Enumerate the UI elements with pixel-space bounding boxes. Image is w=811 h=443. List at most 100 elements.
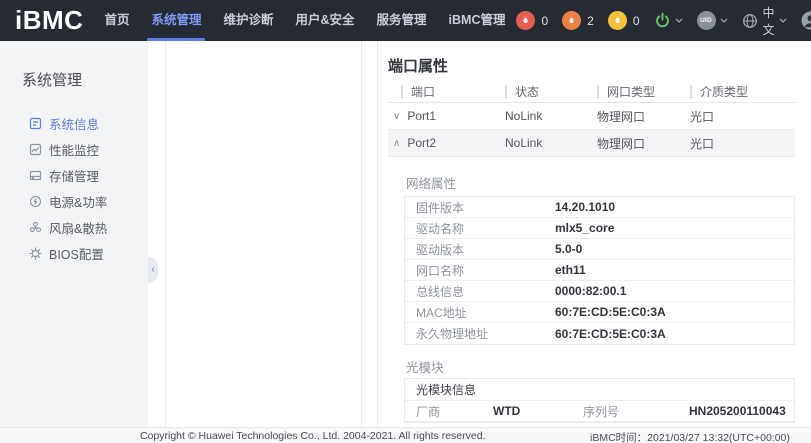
power-icon xyxy=(654,12,671,29)
table-row: MAC地址60:7E:CD:5E:C0:3A xyxy=(405,302,794,323)
network-properties-title: 网络属性 xyxy=(406,173,811,188)
sidebar-item-label: BIOS配置 xyxy=(49,244,104,263)
footer: Copyright © Huawei Technologies Co., Ltd… xyxy=(0,427,811,443)
port-type: 物理网口 xyxy=(597,108,690,125)
storage-icon xyxy=(29,169,42,182)
port-properties-panel: 端口属性 端口 状态 网口类型 介质类型 ∨ Port1 NoLink 物理网口 … xyxy=(378,41,811,427)
alarm-critical-count: 0 xyxy=(541,14,548,28)
field-label: 永久物理地址 xyxy=(405,325,555,342)
main-nav: 首页 系统管理 维护诊断 用户&安全 服务管理 iBMC管理 xyxy=(93,0,516,41)
nav-item-user-security[interactable]: 用户&安全 xyxy=(284,0,365,41)
column-header-status: 状态 xyxy=(505,85,539,99)
performance-chart-icon xyxy=(29,143,42,156)
table-row: 总线信息0000:82:00.1 xyxy=(405,281,794,302)
content-divider xyxy=(361,41,362,427)
sidebar-item-system-info[interactable]: 系统信息 xyxy=(0,110,148,136)
optical-module-info-header: 光模块信息 xyxy=(405,379,794,401)
nav-item-maintenance-diagnosis[interactable]: 维护诊断 xyxy=(212,0,284,41)
port-status: NoLink xyxy=(505,136,597,150)
chevron-down-icon xyxy=(720,18,728,23)
nav-item-system-management[interactable]: 系统管理 xyxy=(140,0,212,41)
network-properties-table: 固件版本14.20.1010 驱动名称mlx5_core 驱动版本5.0-0 网… xyxy=(404,196,795,345)
sidebar-item-power[interactable]: 电源&功率 xyxy=(0,188,148,214)
ibmc-time-value: 2021/03/27 13:32(UTC+00:00) xyxy=(647,432,790,443)
field-value: 60:7E:CD:5E:C0:3A xyxy=(555,327,666,341)
nav-item-ibmc-management[interactable]: iBMC管理 xyxy=(438,0,517,41)
header-status-cluster: 0 2 0 xyxy=(516,4,811,38)
field-label: MAC地址 xyxy=(405,304,555,321)
serial-label: 序列号 xyxy=(583,403,689,420)
field-value: mlx5_core xyxy=(555,221,614,235)
ibmc-time: iBMC时间：2021/03/27 13:32(UTC+00:00) xyxy=(590,430,790,443)
alarm-minor-button[interactable]: 0 xyxy=(608,11,640,30)
field-label: 网口名称 xyxy=(405,262,555,279)
nav-item-service-management[interactable]: 服务管理 xyxy=(366,0,438,41)
sidebar-item-label: 存储管理 xyxy=(49,166,99,185)
sidebar: 系统管理 系统信息 性能监控 存储管理 xyxy=(0,41,148,427)
nav-item-home[interactable]: 首页 xyxy=(93,0,140,41)
uid-indicator-dropdown[interactable]: UID xyxy=(697,11,728,30)
ibmc-app: iBMC 首页 系统管理 维护诊断 用户&安全 服务管理 iBMC管理 0 2 xyxy=(0,0,811,443)
sidebar-item-label: 风扇&散热 xyxy=(49,218,107,237)
sidebar-item-label: 系统信息 xyxy=(49,114,99,133)
field-value: 5.0-0 xyxy=(555,242,582,256)
top-nav-bar: iBMC 首页 系统管理 维护诊断 用户&安全 服务管理 iBMC管理 0 2 xyxy=(0,0,811,41)
table-row: 驱动版本5.0-0 xyxy=(405,239,794,260)
sidebar-item-label: 电源&功率 xyxy=(49,192,107,211)
field-value: 60:7E:CD:5E:C0:3A xyxy=(555,305,666,319)
power-control-dropdown[interactable] xyxy=(654,12,683,29)
field-value: 14.20.1010 xyxy=(555,200,615,214)
table-row-port1[interactable]: ∨Port1 NoLink 物理网口 光口 xyxy=(388,103,795,130)
alarm-major-flame-icon xyxy=(562,11,581,30)
sidebar-item-fan-cooling[interactable]: 风扇&散热 xyxy=(0,214,148,240)
globe-icon xyxy=(742,13,758,29)
field-label: 驱动名称 xyxy=(405,220,555,237)
alarm-major-button[interactable]: 2 xyxy=(562,11,594,30)
language-dropdown[interactable]: 中文 xyxy=(742,4,787,38)
alarm-minor-count: 0 xyxy=(633,14,640,28)
port-status: NoLink xyxy=(505,109,597,123)
field-label: 总线信息 xyxy=(405,283,555,300)
user-avatar-button[interactable] xyxy=(801,11,811,30)
ibmc-time-label: iBMC时间： xyxy=(590,432,647,443)
sidebar-item-storage-management[interactable]: 存储管理 xyxy=(0,162,148,188)
port-name: Port1 xyxy=(407,109,436,123)
serial-value: HN205200110043 xyxy=(689,404,786,418)
port-type: 物理网口 xyxy=(597,135,690,152)
field-label: 固件版本 xyxy=(405,199,555,216)
avatar-icon xyxy=(801,11,811,30)
alarm-critical-button[interactable]: 0 xyxy=(516,11,548,30)
optical-module-title: 光模块 xyxy=(406,357,811,372)
alarm-minor-flame-icon xyxy=(608,11,627,30)
alarm-major-count: 2 xyxy=(587,14,594,28)
page-title: 端口属性 xyxy=(388,55,811,73)
column-header-port: 端口 xyxy=(401,85,435,99)
table-row: 固件版本14.20.1010 xyxy=(405,197,794,218)
sidebar-title: 系统管理 xyxy=(22,69,148,90)
language-label: 中文 xyxy=(763,4,775,38)
sidebar-item-performance-monitor[interactable]: 性能监控 xyxy=(0,136,148,162)
ports-table-header: 端口 状态 网口类型 介质类型 xyxy=(388,82,795,103)
chevron-down-icon[interactable]: ∨ xyxy=(393,111,400,122)
table-row-port2[interactable]: ∧Port2 NoLink 物理网口 光口 xyxy=(388,130,795,157)
table-row: 永久物理地址60:7E:CD:5E:C0:3A xyxy=(405,323,794,344)
power-supply-icon xyxy=(29,195,42,208)
content-divider xyxy=(165,41,166,427)
fan-icon xyxy=(29,221,42,234)
media-type: 光口 xyxy=(690,135,795,152)
chevron-up-icon[interactable]: ∧ xyxy=(393,138,400,149)
sidebar-menu: 系统信息 性能监控 存储管理 电源&功率 xyxy=(0,110,148,266)
field-value: eth11 xyxy=(555,263,586,277)
copyright-text: Copyright © Huawei Technologies Co., Ltd… xyxy=(140,430,486,442)
sidebar-item-bios-config[interactable]: BIOS配置 xyxy=(0,240,148,266)
chevron-down-icon xyxy=(779,18,787,23)
system-info-icon xyxy=(29,117,42,130)
table-row: 网口名称eth11 xyxy=(405,260,794,281)
ibmc-logo: iBMC xyxy=(15,0,83,41)
vendor-label: 厂商 xyxy=(416,403,493,420)
ports-table: 端口 状态 网口类型 介质类型 ∨ Port1 NoLink 物理网口 光口 ∧P… xyxy=(388,82,795,157)
sidebar-collapse-button[interactable]: ‹ xyxy=(148,257,158,283)
optical-module-table: 光模块信息 厂商 WTD 序列号 HN205200110043 xyxy=(404,378,795,423)
field-value: 0000:82:00.1 xyxy=(555,284,626,298)
column-header-port-type: 网口类型 xyxy=(597,85,655,99)
